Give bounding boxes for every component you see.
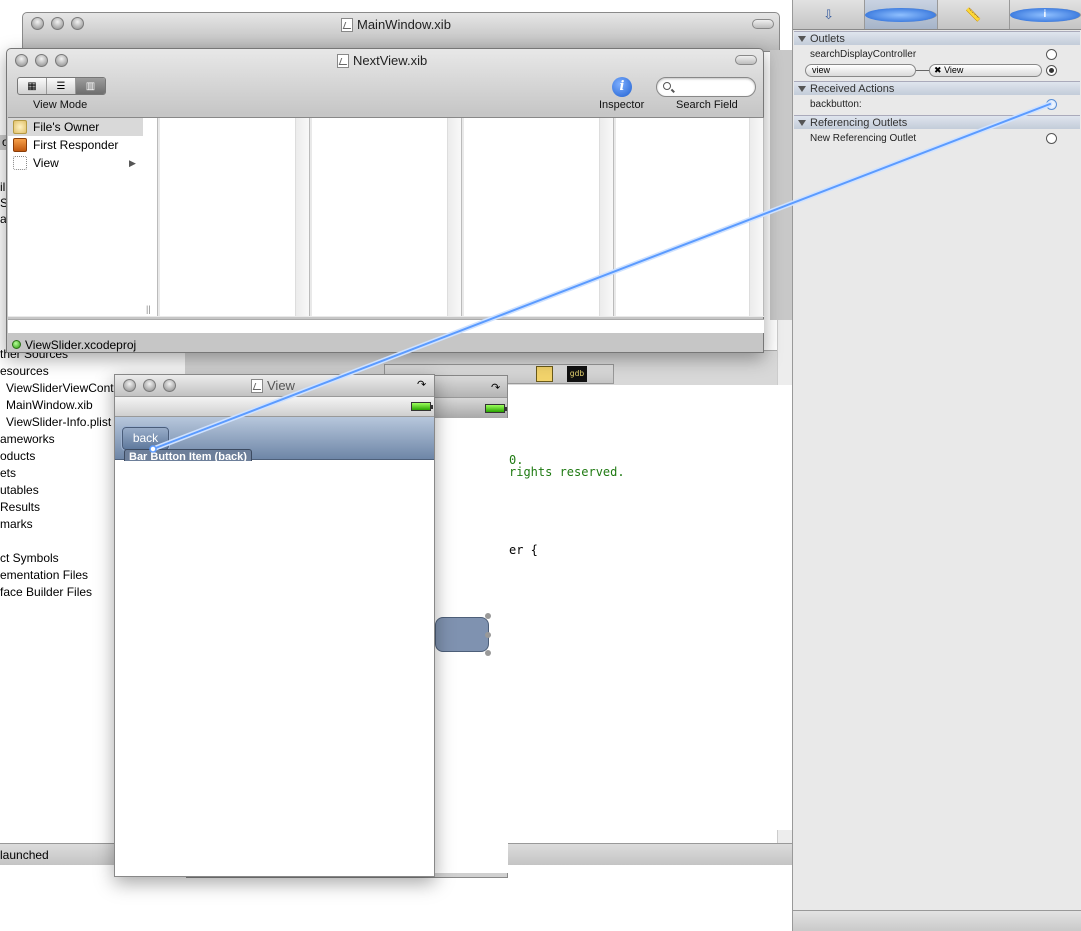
connection-drag-line [149,101,1053,453]
